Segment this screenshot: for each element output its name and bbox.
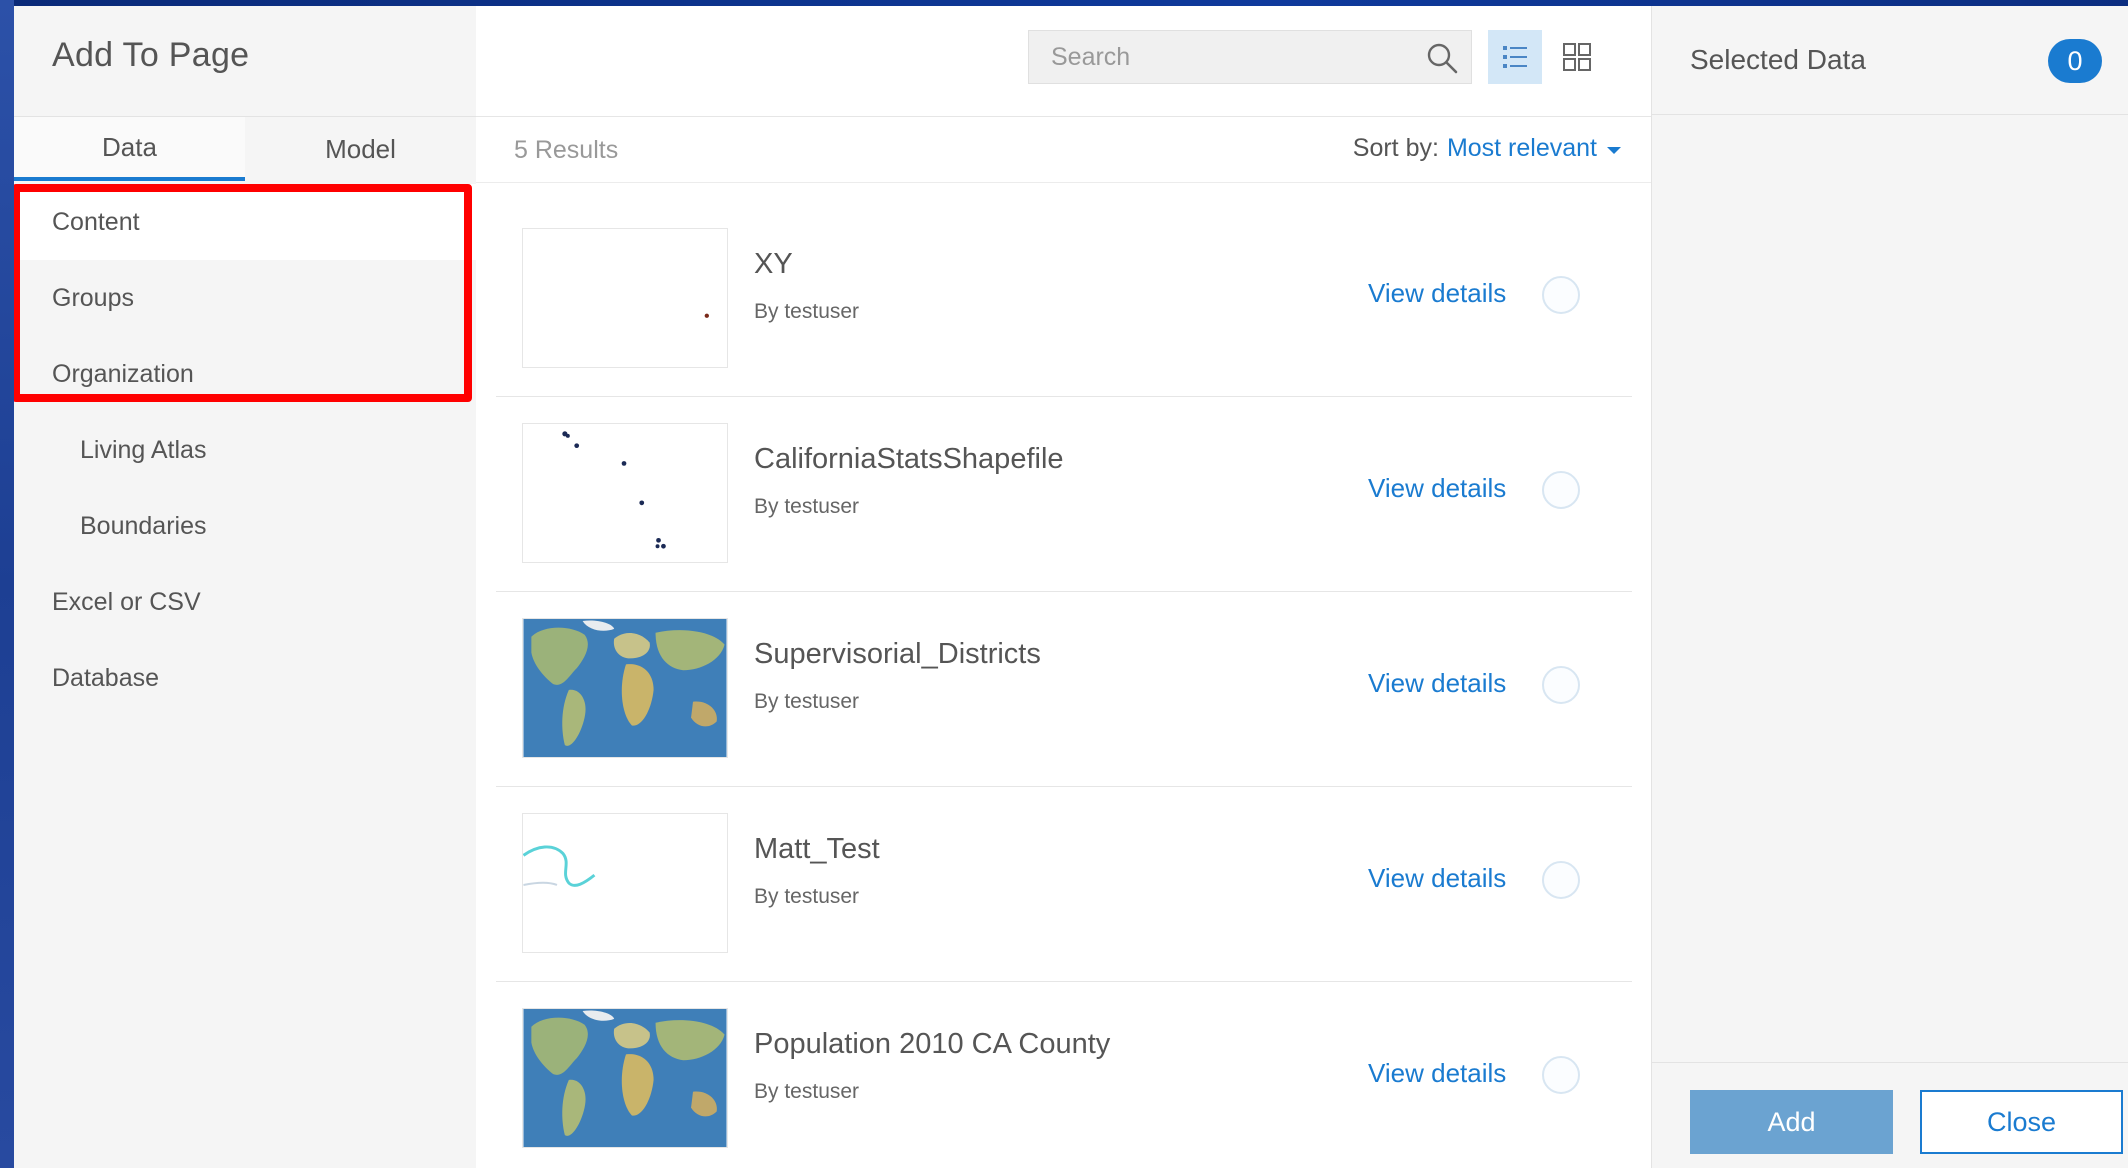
selected-header-divider <box>1652 114 2128 115</box>
result-owner: By testuser <box>754 690 860 713</box>
add-button[interactable]: Add <box>1690 1090 1893 1154</box>
nav-item-living-atlas[interactable]: Living Atlas <box>14 412 476 488</box>
tab-model[interactable]: Model <box>245 117 476 181</box>
select-radio[interactable] <box>1542 861 1580 899</box>
select-radio[interactable] <box>1542 666 1580 704</box>
view-details-link[interactable]: View details <box>1368 473 1506 504</box>
sort-control: Sort by: Most relevant <box>1353 134 1621 163</box>
nav-item-content[interactable]: Content <box>14 184 476 260</box>
search-icon[interactable] <box>1425 41 1459 75</box>
results-list: XY By testuser View details CaliforniaSt… <box>496 202 1632 1168</box>
result-owner: By testuser <box>754 1080 860 1103</box>
nav-item-excel-or-csv[interactable]: Excel or CSV <box>14 564 476 640</box>
add-to-page-dialog: Add To Page Data Model Content Groups Or… <box>14 6 2128 1168</box>
search-box <box>1028 30 1472 84</box>
source-nav-list: Content Groups Organization Living Atlas… <box>14 184 476 716</box>
desktop-background-left <box>0 0 14 1168</box>
source-tabs: Data Model <box>14 116 476 181</box>
selected-data-panel: Selected Data 0 Add Close <box>1651 6 2128 1168</box>
sort-dropdown[interactable]: Most relevant <box>1447 134 1621 163</box>
header-divider <box>476 116 1651 117</box>
nav-item-boundaries[interactable]: Boundaries <box>14 488 476 564</box>
result-row: Population 2010 CA County By testuser Vi… <box>496 982 1632 1168</box>
select-radio[interactable] <box>1542 276 1580 314</box>
subheader-divider <box>476 182 1651 183</box>
list-view-icon <box>1503 46 1527 68</box>
result-title: CaliforniaStatsShapefile <box>754 443 1064 475</box>
source-panel: Add To Page Data Model Content Groups Or… <box>14 6 477 1168</box>
result-owner: By testuser <box>754 300 860 323</box>
selected-data-title: Selected Data <box>1690 44 1866 75</box>
result-row: CaliforniaStatsShapefile By testuser Vie… <box>496 397 1632 592</box>
view-details-link[interactable]: View details <box>1368 863 1506 894</box>
nav-item-organization[interactable]: Organization <box>14 336 476 412</box>
nav-item-database[interactable]: Database <box>14 640 476 716</box>
result-row: Supervisorial_Districts By testuser View… <box>496 592 1632 787</box>
thumbnail-point-map <box>522 228 728 368</box>
view-details-link[interactable]: View details <box>1368 278 1506 309</box>
grid-view-icon <box>1563 43 1591 71</box>
result-owner: By testuser <box>754 885 860 908</box>
result-owner: By testuser <box>754 495 860 518</box>
thumbnail-scatter-points <box>522 423 728 563</box>
result-title: Supervisorial_Districts <box>754 638 1041 670</box>
tab-data[interactable]: Data <box>14 117 245 181</box>
select-radio[interactable] <box>1542 1056 1580 1094</box>
nav-item-groups[interactable]: Groups <box>14 260 476 336</box>
result-title: Matt_Test <box>754 833 880 865</box>
thumbnail-world-map <box>522 1008 728 1148</box>
dialog-title: Add To Page <box>52 36 250 74</box>
results-count: 5 Results <box>514 136 619 164</box>
footer-divider <box>1652 1062 2128 1063</box>
result-title: Population 2010 CA County <box>754 1028 1111 1060</box>
thumbnail-world-map <box>522 618 728 758</box>
view-details-link[interactable]: View details <box>1368 668 1506 699</box>
sort-value: Most relevant <box>1446 134 1597 162</box>
selected-count-badge: 0 <box>2048 39 2102 83</box>
select-radio[interactable] <box>1542 471 1580 509</box>
grid-view-button[interactable] <box>1550 30 1604 84</box>
search-input[interactable] <box>1029 31 1409 83</box>
thumbnail-line-map <box>522 813 728 953</box>
result-title: XY <box>754 248 793 280</box>
result-row: XY By testuser View details <box>496 202 1632 397</box>
sort-label: Sort by: <box>1352 134 1439 162</box>
view-details-link[interactable]: View details <box>1368 1058 1506 1089</box>
list-view-button[interactable] <box>1488 30 1542 84</box>
result-row: Matt_Test By testuser View details <box>496 787 1632 982</box>
caret-down-icon <box>1607 147 1621 154</box>
results-panel: 5 Results Sort by: Most relevant XY By t… <box>476 6 1651 1168</box>
close-button[interactable]: Close <box>1920 1090 2123 1154</box>
